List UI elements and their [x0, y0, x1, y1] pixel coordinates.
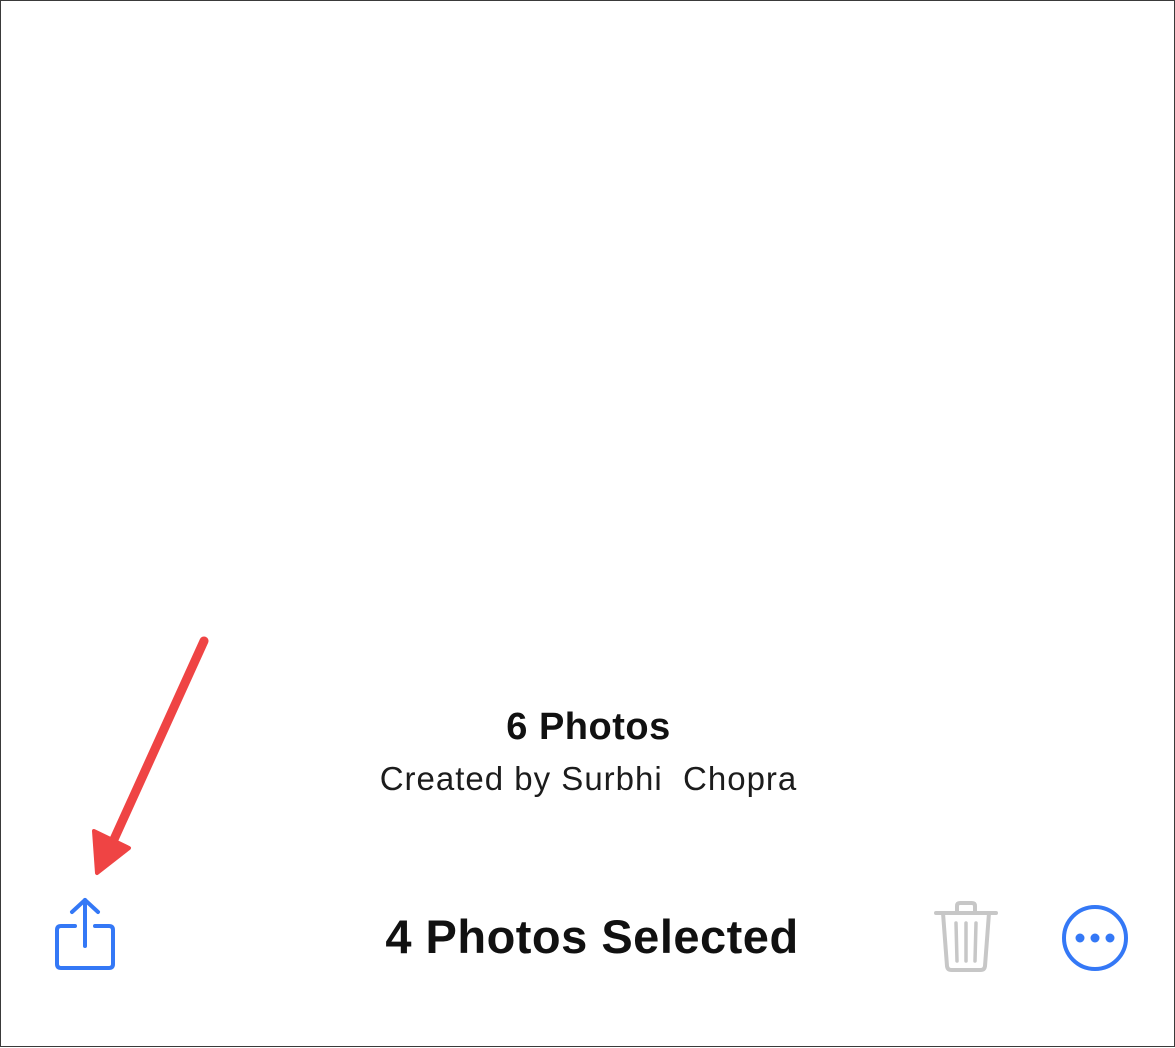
- ellipsis-circle-icon: [1062, 905, 1128, 971]
- annotation-arrow: [92, 636, 209, 875]
- album-info: 6 Photos Created by Surbhi Chopra: [1, 701, 1175, 799]
- trash-icon: [934, 901, 998, 972]
- album-creator: Created by Surbhi Chopra: [379, 760, 798, 797]
- bottom-toolbar: 4 Photos Selected: [1, 896, 1175, 981]
- delete-button[interactable]: [931, 900, 1001, 974]
- more-options-button[interactable]: [1059, 902, 1131, 974]
- album-photo-count: 6 Photos: [506, 706, 671, 748]
- screen: 6 Photos Created by Surbhi Chopra 4 Phot…: [0, 0, 1175, 1047]
